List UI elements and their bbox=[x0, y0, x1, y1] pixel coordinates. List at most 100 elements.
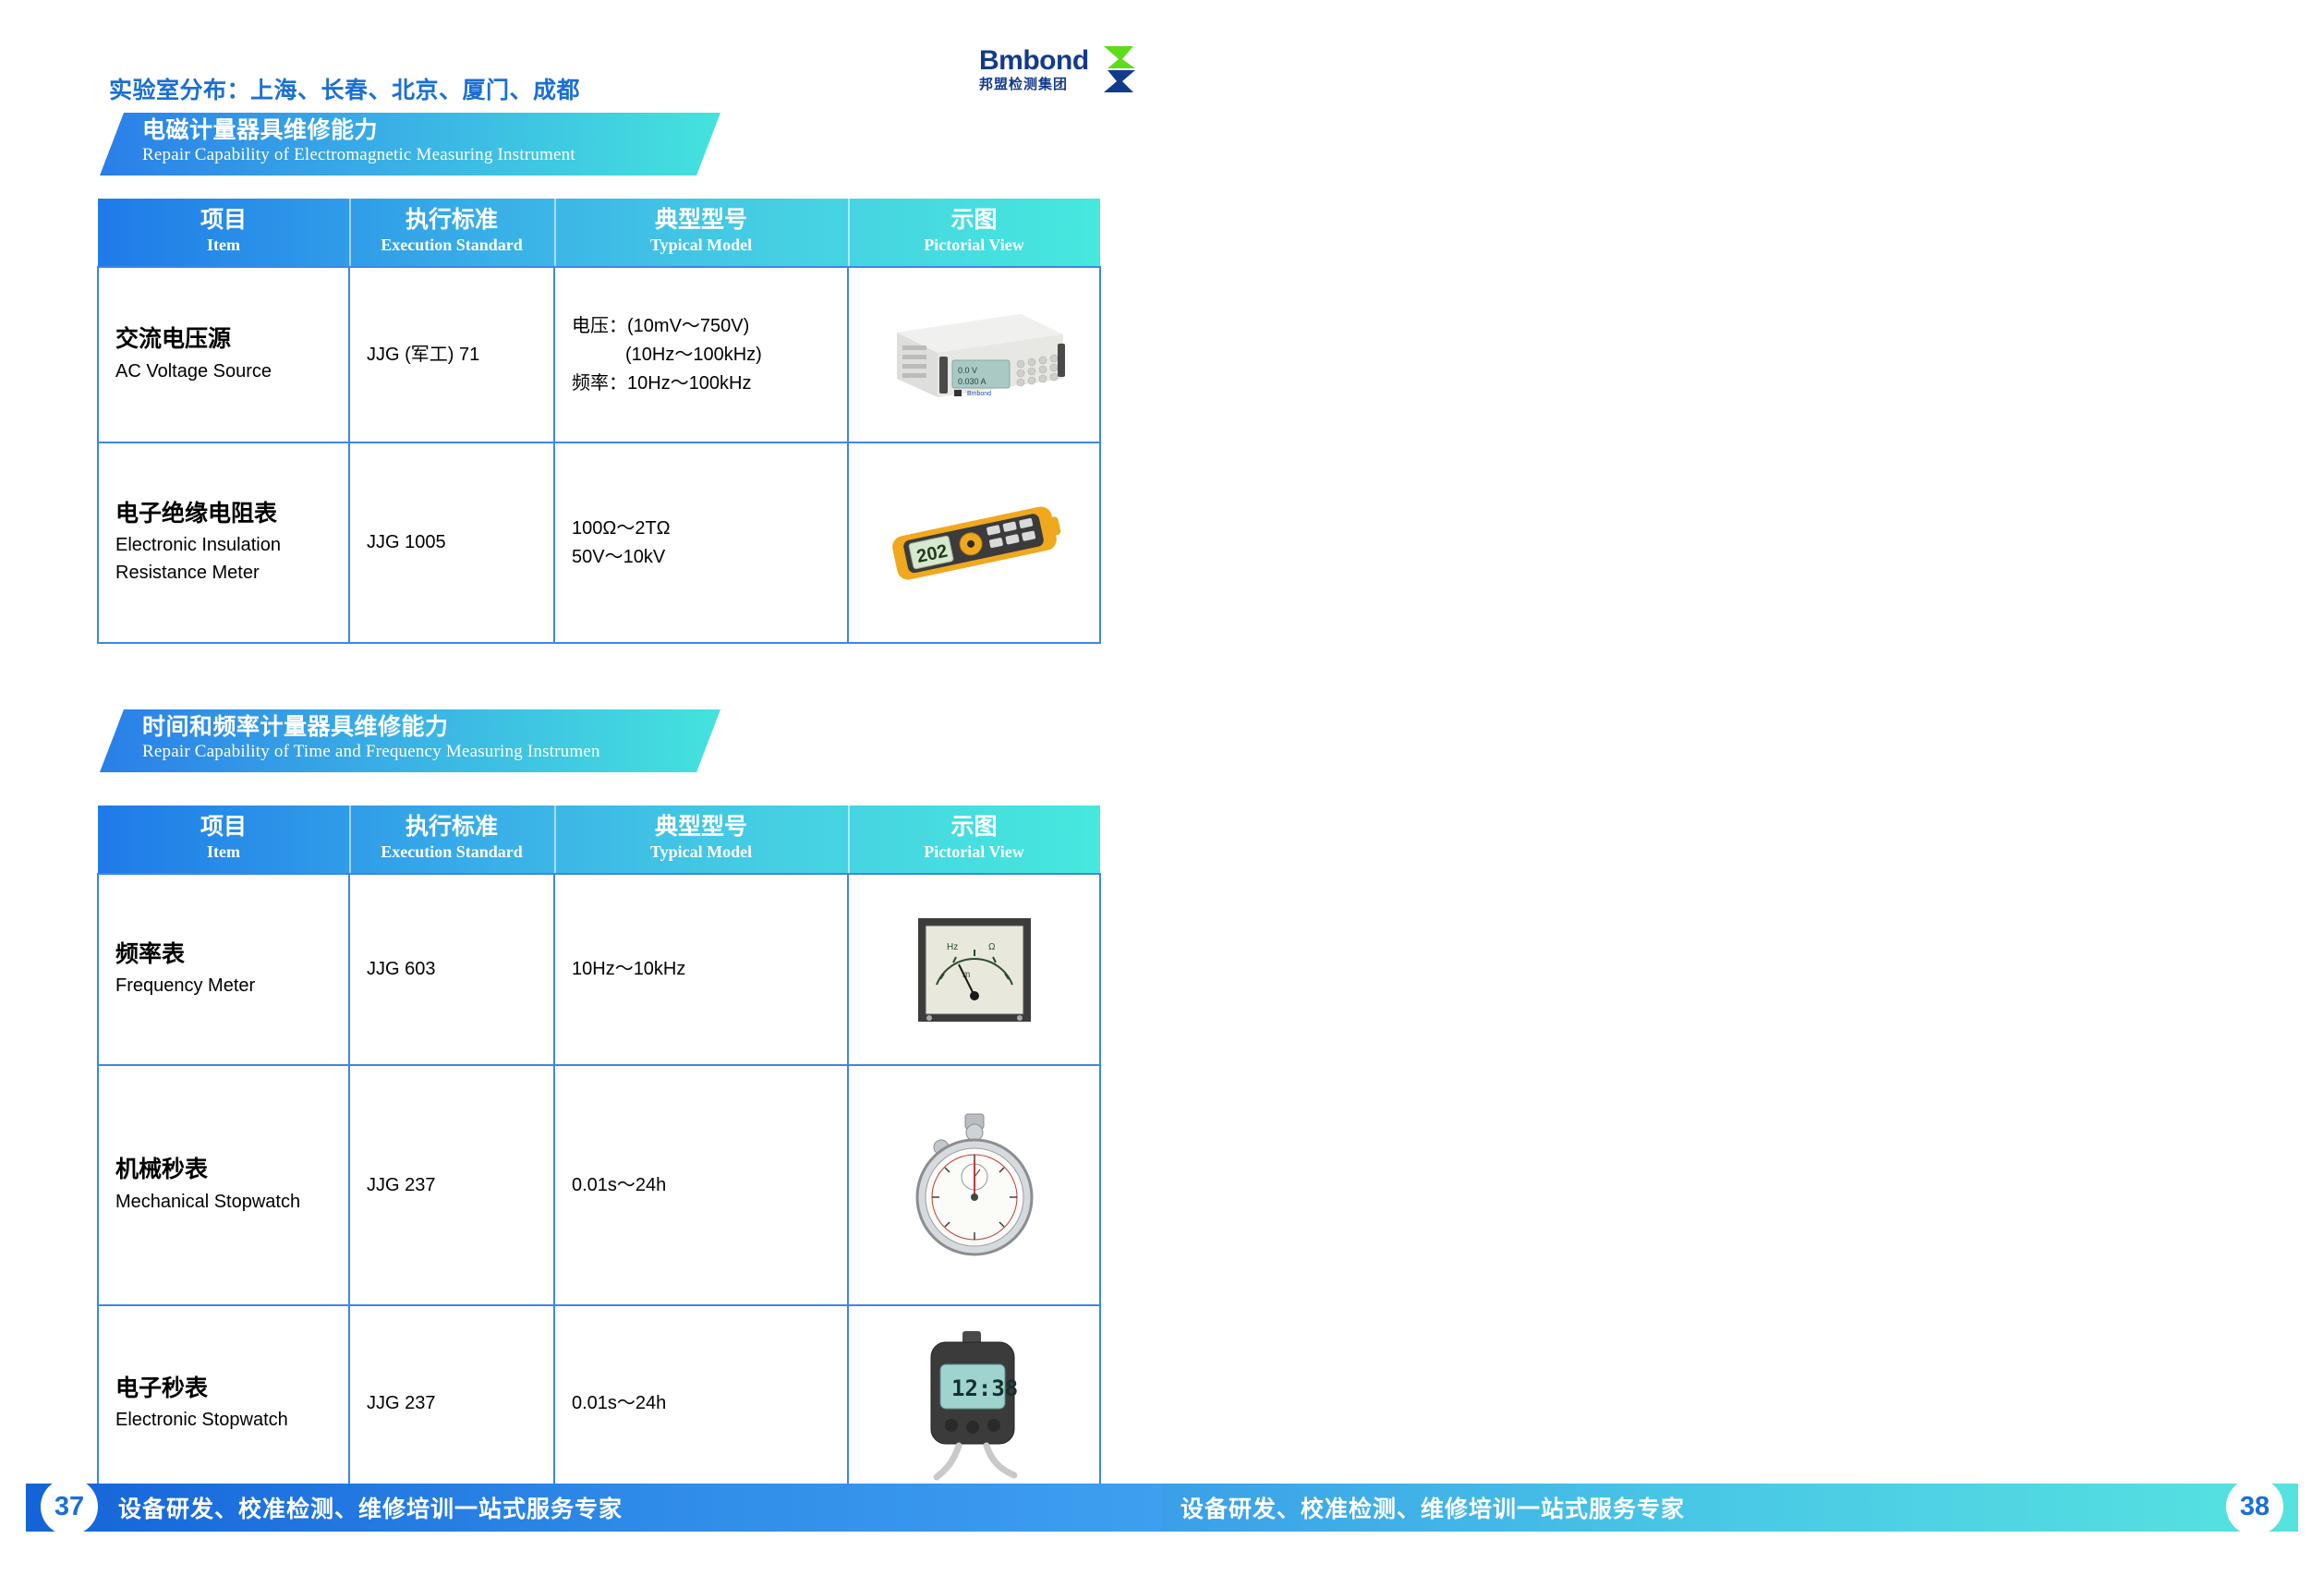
col-item-cn: 项目 bbox=[200, 207, 247, 233]
item-name-en: Electronic Stopwatch bbox=[115, 1410, 288, 1431]
col-model: 典型型号 Typical Model bbox=[554, 199, 848, 267]
svg-text:Ω: Ω bbox=[988, 942, 996, 952]
cell-standard: JJG (军工) 71 bbox=[348, 266, 555, 444]
picture-mechanical-stopwatch bbox=[854, 1107, 1094, 1264]
item-name-en: Mechanical Stopwatch bbox=[115, 1191, 301, 1212]
cell-picture: 12:38 bbox=[847, 1304, 1101, 1504]
col-standard-en: Execution Standard bbox=[381, 842, 523, 861]
cell-picture: 0.0 V 0.030 A Bmbond bbox=[847, 266, 1101, 444]
col-standard: 执行标准 Execution Standard bbox=[349, 806, 554, 874]
model-line: 频率：10Hz～100kHz bbox=[572, 372, 752, 394]
svg-text:12:38: 12:38 bbox=[951, 1375, 1018, 1401]
picture-rack-power-supply: 0.0 V 0.030 A Bmbond bbox=[854, 299, 1094, 410]
col-item: 项目 Item bbox=[98, 806, 349, 874]
cell-item: 电子秒表 Electronic Stopwatch bbox=[97, 1304, 350, 1504]
model-line: (10Hz～100kHz) bbox=[625, 344, 762, 365]
col-picture-en: Pictorial View bbox=[924, 235, 1024, 254]
page-right: 实验室分布：上海、长春、北京、厦门、成都 Bmbond 邦盟检测集团 机械类维修… bbox=[1162, 0, 2324, 1587]
col-picture: 示图 Pictorial View bbox=[848, 199, 1100, 267]
model-line: 100Ω～2TΩ bbox=[572, 517, 671, 539]
table-row: 电子秒表 Electronic Stopwatch JJG 237 0.01s～… bbox=[97, 1304, 1101, 1504]
picture-analog-frequency-meter: Hz Ω m bbox=[854, 905, 1094, 1035]
banner-title-cn: 时间和频率计量器具维修能力 bbox=[142, 714, 449, 740]
section-banner-electromagnetic: 电磁计量器具维修能力 Repair Capability of Electrom… bbox=[100, 113, 720, 176]
standard-text: JJG 237 bbox=[367, 1393, 436, 1414]
cell-item: 交流电压源 AC Voltage Source bbox=[97, 266, 350, 444]
cell-model: 10Hz～10kHz bbox=[553, 873, 849, 1067]
brochure-spread: 实验室分布：上海、长春、北京、厦门、成都 Bmbond 邦盟检测集团 电磁计量器… bbox=[0, 0, 2324, 1587]
col-model-en: Typical Model bbox=[649, 842, 753, 861]
col-item-cn: 项目 bbox=[200, 814, 247, 840]
picture-insulation-tester: 202 bbox=[854, 488, 1094, 599]
picture-digital-stopwatch: 12:38 bbox=[854, 1326, 1094, 1483]
model-line: 0.01s～24h bbox=[572, 1393, 667, 1414]
item-name-en: Frequency Meter bbox=[115, 975, 256, 997]
col-item-en: Item bbox=[207, 842, 240, 861]
table-header-row: 项目 Item 执行标准 Execution Standard 典型型号 Typ… bbox=[98, 199, 1100, 268]
standard-text: JJG 237 bbox=[367, 1174, 436, 1195]
table-header-row: 项目 Item 执行标准 Execution Standard 典型型号 Typ… bbox=[98, 806, 1100, 875]
footer-slogan: 设备研发、校准检测、维修培训一站式服务专家 bbox=[118, 1496, 623, 1522]
logo-subtitle-left: 邦盟检测集团 bbox=[979, 77, 1069, 92]
col-model-en: Typical Model bbox=[649, 235, 753, 254]
page-number-badge: 37 bbox=[41, 1478, 98, 1535]
logo-name-left: Bmbond bbox=[979, 45, 1089, 76]
cell-model: 0.01s～24h bbox=[553, 1304, 849, 1504]
col-standard-cn: 执行标准 bbox=[405, 814, 498, 840]
item-name-cn: 交流电压源 bbox=[115, 326, 232, 353]
cell-model: 电压：(10mV～750V) (10Hz～100kHz) 频率：10Hz～100… bbox=[553, 266, 849, 444]
col-standard: 执行标准 Execution Standard bbox=[349, 199, 554, 267]
banner-title-cn: 电磁计量器具维修能力 bbox=[142, 117, 379, 143]
logo-ribbon-icon bbox=[1095, 44, 1135, 94]
item-name-cn: 电子绝缘电阻表 bbox=[115, 500, 278, 527]
col-item: 项目 Item bbox=[98, 199, 349, 267]
cell-model: 0.01s～24h bbox=[553, 1064, 849, 1307]
cell-item: 机械秒表 Mechanical Stopwatch bbox=[97, 1064, 350, 1307]
cell-model: 100Ω～2TΩ 50V～10kV bbox=[553, 442, 849, 645]
svg-text:Hz: Hz bbox=[947, 942, 958, 952]
lab-distribution-line-left: 实验室分布：上海、长春、北京、厦门、成都 bbox=[109, 78, 581, 103]
item-name-en: Electronic Insulation Resistance Meter bbox=[115, 535, 281, 584]
col-model-cn: 典型型号 bbox=[654, 207, 747, 233]
svg-text:Bmbond: Bmbond bbox=[967, 391, 991, 397]
col-standard-cn: 执行标准 bbox=[405, 207, 498, 233]
col-picture-en: Pictorial View bbox=[924, 842, 1024, 861]
brand-logo-left: Bmbond 邦盟检测集团 bbox=[979, 44, 1135, 94]
model-line: 0.01s～24h bbox=[572, 1174, 667, 1195]
model-line: 电压：(10mV～750V) bbox=[572, 315, 750, 336]
standard-text: JJG 1005 bbox=[367, 532, 446, 553]
col-model-cn: 典型型号 bbox=[654, 814, 747, 840]
cell-picture: 202 bbox=[847, 442, 1101, 645]
table-row: 电子绝缘电阻表 Electronic Insulation Resistance… bbox=[97, 442, 1101, 645]
item-name-en: AC Voltage Source bbox=[115, 360, 272, 382]
col-picture-cn: 示图 bbox=[950, 207, 998, 233]
cell-picture bbox=[847, 1064, 1101, 1307]
footer-right: 设备研发、校准检测、维修培训一站式服务专家 38 bbox=[1162, 1478, 2324, 1535]
cell-picture: Hz Ω m bbox=[847, 873, 1101, 1067]
cell-standard: JJG 603 bbox=[348, 873, 555, 1067]
col-item-en: Item bbox=[207, 235, 240, 254]
table-electromagnetic: 项目 Item 执行标准 Execution Standard 典型型号 Typ… bbox=[97, 199, 1101, 645]
footer-left: 37 设备研发、校准检测、维修培训一站式服务专家 bbox=[0, 1478, 1162, 1535]
table-row: 交流电压源 AC Voltage Source JJG (军工) 71 电压：(… bbox=[97, 266, 1101, 444]
svg-text:0.0 V: 0.0 V bbox=[958, 366, 977, 375]
cell-standard: JJG 237 bbox=[348, 1064, 555, 1307]
standard-text: JJG (军工) 71 bbox=[367, 344, 480, 365]
cell-item: 频率表 Frequency Meter bbox=[97, 873, 350, 1067]
svg-text:0.030 A: 0.030 A bbox=[958, 377, 986, 386]
item-name-cn: 电子秒表 bbox=[115, 1375, 209, 1401]
page-number-badge: 38 bbox=[2226, 1478, 2283, 1535]
model-line: 50V～10kV bbox=[572, 546, 666, 567]
logo-text-left: Bmbond 邦盟检测集团 bbox=[979, 45, 1089, 92]
table-time-frequency: 项目 Item 执行标准 Execution Standard 典型型号 Typ… bbox=[97, 806, 1101, 1504]
cell-standard: JJG 1005 bbox=[348, 442, 555, 645]
col-standard-en: Execution Standard bbox=[381, 235, 523, 254]
cell-standard: JJG 237 bbox=[348, 1304, 555, 1504]
banner-title-en: Repair Capability of Time and Frequency … bbox=[142, 742, 600, 762]
page-left: 实验室分布：上海、长春、北京、厦门、成都 Bmbond 邦盟检测集团 电磁计量器… bbox=[0, 0, 1162, 1587]
model-line: 10Hz～10kHz bbox=[572, 959, 686, 980]
col-model: 典型型号 Typical Model bbox=[554, 806, 848, 874]
standard-text: JJG 603 bbox=[367, 959, 436, 980]
table-row: 频率表 Frequency Meter JJG 603 10Hz～10kHz H… bbox=[97, 873, 1101, 1067]
item-name-cn: 机械秒表 bbox=[115, 1157, 209, 1183]
